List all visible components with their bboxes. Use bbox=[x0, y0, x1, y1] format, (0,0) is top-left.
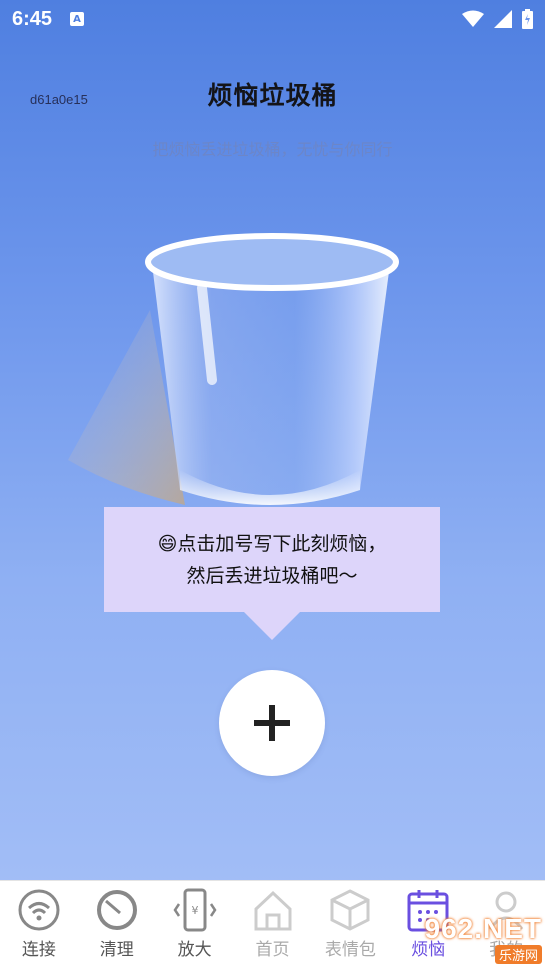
page-subtitle: 把烦恼丢进垃圾桶，无忧与你同行 bbox=[152, 140, 393, 159]
tab-stickers[interactable]: 表情包 bbox=[311, 881, 389, 968]
home-icon bbox=[250, 887, 296, 933]
magnify-phone-icon: ¥ bbox=[172, 887, 218, 933]
watermark-logo: 962.NET bbox=[424, 912, 542, 944]
cell-signal-icon bbox=[494, 10, 512, 28]
battery-icon bbox=[522, 9, 533, 29]
hint-bubble: 😄点击加号写下此刻烦恼， 然后丢进垃圾桶吧～ bbox=[104, 507, 440, 612]
wifi-signal-icon bbox=[462, 10, 484, 27]
tab-magnify[interactable]: ¥ 放大 bbox=[156, 881, 234, 968]
svg-text:¥: ¥ bbox=[191, 904, 198, 917]
cube-icon bbox=[327, 887, 373, 933]
wifi-icon bbox=[16, 887, 62, 933]
watermark-text: 乐游网 bbox=[494, 944, 542, 964]
clean-gauge-icon bbox=[94, 887, 140, 933]
hint-line-1: 😄点击加号写下此刻烦恼， bbox=[157, 532, 387, 555]
status-bar: 6:45 A bbox=[0, 0, 545, 38]
status-time: 6:45 bbox=[12, 7, 53, 30]
hint-line-2: 然后丢进垃圾桶吧～ bbox=[186, 564, 358, 587]
tab-label: 首页 bbox=[255, 940, 290, 960]
add-worry-button[interactable] bbox=[219, 670, 325, 776]
tab-label: 表情包 bbox=[324, 940, 376, 960]
page-title: 烦恼垃圾桶 bbox=[207, 81, 338, 110]
notification-icon: A bbox=[70, 12, 85, 26]
tab-label: 清理 bbox=[99, 940, 134, 960]
tab-label: 连接 bbox=[21, 940, 56, 960]
plus-icon bbox=[254, 705, 290, 741]
trash-bin-icon bbox=[68, 233, 399, 505]
tab-label: 放大 bbox=[177, 940, 212, 960]
tab-home[interactable]: 首页 bbox=[234, 881, 312, 968]
status-icons bbox=[462, 9, 533, 29]
bubble-tail bbox=[244, 612, 300, 640]
tab-clean[interactable]: 清理 bbox=[78, 881, 156, 968]
tab-connect[interactable]: 连接 bbox=[0, 881, 78, 968]
site-watermark: 962.NET 乐游网 bbox=[412, 912, 542, 964]
